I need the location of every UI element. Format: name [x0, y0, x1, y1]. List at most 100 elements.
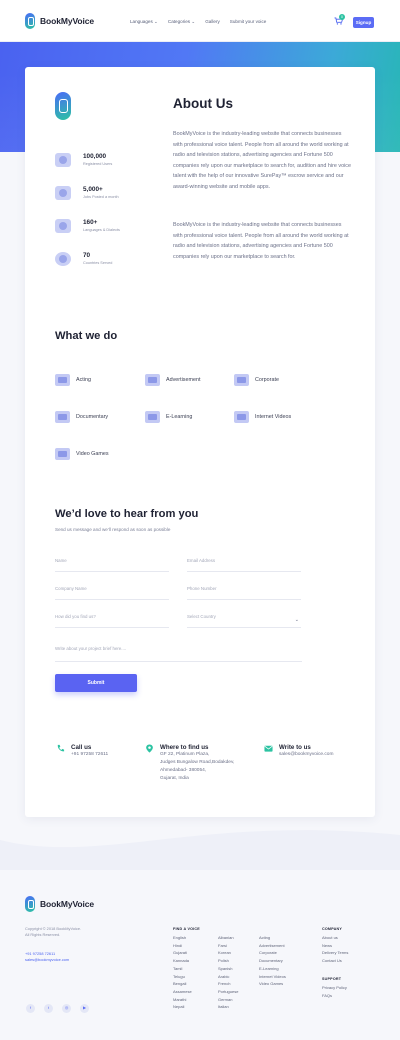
nav-submit-voice[interactable]: Submit your voice	[230, 19, 267, 25]
location-pin-icon	[146, 744, 153, 753]
submit-button[interactable]: Submit	[55, 674, 137, 692]
footer-language-link[interactable]: Bengali	[173, 980, 192, 988]
message-field[interactable]: Write about your project brief here....	[55, 646, 302, 662]
stat-label: Languages & Dialects	[83, 228, 120, 232]
service-elearning[interactable]: E-Learning	[145, 411, 192, 423]
footer-language-link[interactable]: Polish	[218, 957, 238, 965]
phone-icon	[57, 744, 65, 752]
footer-language-link[interactable]: Portuguese	[218, 988, 238, 996]
service-corporate[interactable]: Corporate	[234, 374, 279, 386]
facebook-icon[interactable]: f	[26, 1004, 35, 1013]
found-us-field[interactable]: How did you find us?	[55, 614, 169, 628]
contact-location: Where to find us GF 22, Platinum Plaza, …	[145, 744, 234, 783]
footer-language-link[interactable]: Gujarati	[173, 949, 192, 957]
nav-categories[interactable]: Categories ⌄	[168, 19, 195, 25]
contact-call: Call us +91 97258 72611	[56, 744, 108, 759]
brand-logo[interactable]: BookMyVoice	[25, 13, 94, 29]
globe-icon	[55, 252, 71, 266]
service-label: Corporate	[255, 377, 279, 383]
film-icon	[55, 411, 70, 423]
service-documentary[interactable]: Documentary	[55, 411, 108, 423]
rights-text: All Rights Reserved.	[25, 932, 61, 938]
address-line: Judges Bungalow Road,Bodakdev,	[160, 760, 235, 765]
footer-languages-col1: English Hindi Gujarati Kannada Tamil Telugu Be…	[173, 934, 192, 1011]
footer-category-link[interactable]: Video Games	[259, 980, 286, 988]
footer-language-link[interactable]: Spanish	[218, 965, 238, 973]
footer-company-link[interactable]: About us	[322, 934, 348, 942]
nav-languages[interactable]: Languages ⌄	[130, 19, 158, 25]
stat-value: 5,000+	[83, 186, 103, 193]
footer-language-link[interactable]: Telugu	[173, 973, 192, 981]
footer-language-link[interactable]: Italian	[218, 1003, 238, 1011]
megaphone-icon	[145, 374, 160, 386]
site-header: BookMyVoice Languages ⌄ Categories ⌄ Gal…	[0, 0, 400, 42]
footer-language-link[interactable]: French	[218, 980, 238, 988]
call-phone[interactable]: +91 97258 72611	[71, 751, 108, 759]
stat-value: 70	[83, 252, 91, 259]
name-field[interactable]: Name	[55, 558, 169, 572]
email-link[interactable]: sales@bookmyvoice.com	[279, 751, 333, 759]
footer-category-link[interactable]: Advertisement	[259, 942, 286, 950]
cart-count-badge: 0	[339, 14, 345, 20]
footer-language-link[interactable]: Korean	[218, 949, 238, 957]
signup-button[interactable]: Signup	[353, 17, 374, 28]
footer-language-link[interactable]: English	[173, 934, 192, 942]
footer-language-link[interactable]: Farsi	[218, 942, 238, 950]
footer-language-link[interactable]: Arabic	[218, 973, 238, 981]
footer-category-link[interactable]: E-Learning	[259, 965, 286, 973]
main-nav: Languages ⌄ Categories ⌄ Gallery Submit …	[130, 19, 266, 25]
email-field[interactable]: Email Address	[187, 558, 301, 572]
address-line: Ahmedabad- 380054,	[160, 768, 207, 773]
video-icon	[234, 411, 249, 423]
footer-company-link[interactable]: Contact Us	[322, 957, 348, 965]
stat-languages: 160+ Languages & Dialects	[55, 219, 120, 233]
about-paragraph-2: BookMyVoice is the industry-leading webs…	[173, 222, 349, 260]
phone-field[interactable]: Phone Number	[187, 586, 301, 600]
what-we-do-title: What we do	[55, 330, 118, 342]
masks-icon	[55, 374, 70, 386]
footer-category-link[interactable]: Documentary	[259, 957, 286, 965]
footer-language-link[interactable]: Albanian	[218, 934, 238, 942]
footer-category-link[interactable]: Acting	[259, 934, 286, 942]
footer-language-link[interactable]: Kannada	[173, 957, 192, 965]
contact-form-subtitle: Send us message and we’ll respond as soo…	[55, 527, 171, 532]
stat-countries: 70 Countries Served	[55, 252, 112, 266]
service-label: Internet Videos	[255, 414, 292, 420]
footer-language-link[interactable]: Nepali	[173, 1003, 192, 1011]
service-advertisement[interactable]: Advertisement	[145, 374, 200, 386]
stat-jobs: 5,000+ Jobs Posted a month	[55, 186, 119, 200]
footer-category-link[interactable]: Corporate	[259, 949, 286, 957]
footer-logo[interactable]: BookMyVoice	[25, 896, 94, 912]
footer-language-link[interactable]: Tamil	[173, 965, 192, 973]
footer-contact: +91 97258 72611 sales@bookmyvoice.com	[25, 951, 69, 963]
country-select[interactable]: Select Country ⌄	[187, 614, 301, 628]
service-internet-videos[interactable]: Internet Videos	[234, 411, 291, 423]
building-icon	[234, 374, 249, 386]
service-label: Video Games	[76, 451, 109, 457]
footer-support-link[interactable]: FAQs	[322, 992, 347, 1000]
footer-language-link[interactable]: Assamese	[173, 988, 192, 996]
footer-company-link[interactable]: News	[322, 942, 348, 950]
twitter-icon[interactable]: t	[44, 1004, 53, 1013]
instagram-icon[interactable]: ◎	[62, 1004, 71, 1013]
service-label: Acting	[76, 377, 91, 383]
footer-support-link[interactable]: Privacy Policy	[322, 984, 347, 992]
company-heading: COMPANY	[322, 927, 342, 931]
footer-company-link[interactable]: Delivery Terms	[322, 949, 348, 957]
footer-category-link[interactable]: Internet Videos	[259, 973, 286, 981]
bookmyvoice-logo-icon	[25, 13, 35, 29]
find-voice-heading: FIND A VOICE	[173, 927, 200, 931]
nav-gallery[interactable]: Gallery	[205, 19, 220, 25]
company-field[interactable]: Company Name	[55, 586, 169, 600]
about-title: About Us	[173, 96, 233, 111]
country-select-value: Select Country	[187, 614, 216, 619]
service-video-games[interactable]: Video Games	[55, 448, 109, 460]
footer-language-link[interactable]: Marathi	[173, 996, 192, 1004]
youtube-icon[interactable]: ▶	[80, 1004, 89, 1013]
footer-language-link[interactable]: German	[218, 996, 238, 1004]
footer-language-link[interactable]: Hindi	[173, 942, 192, 950]
service-acting[interactable]: Acting	[55, 374, 91, 386]
stat-label: Countries Served	[83, 261, 113, 265]
footer-email[interactable]: sales@bookmyvoice.com	[25, 957, 69, 963]
write-title: Write to us	[279, 744, 311, 751]
